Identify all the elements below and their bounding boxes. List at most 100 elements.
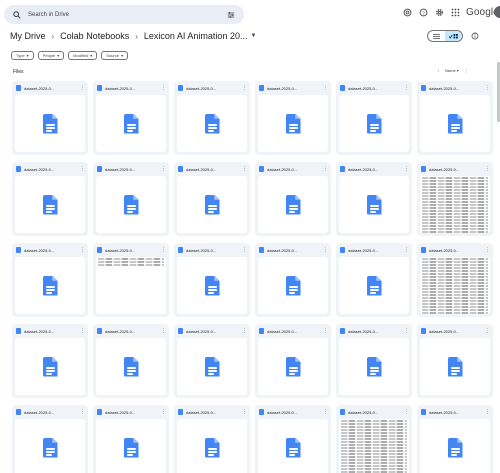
apps-icon[interactable] bbox=[450, 7, 460, 17]
more-vert-icon[interactable]: ⋮ bbox=[323, 247, 328, 253]
file-card[interactable]: dataset-2025-0... ⋮ bbox=[336, 81, 412, 155]
more-vert-icon[interactable]: ⋮ bbox=[80, 85, 85, 91]
grid-view-icon[interactable] bbox=[445, 31, 462, 41]
file-thumbnail[interactable] bbox=[96, 338, 166, 395]
file-card[interactable]: dataset-2025-0... ⋮ bbox=[336, 324, 412, 398]
more-vert-icon[interactable]: ⋮ bbox=[404, 166, 409, 172]
avatar[interactable] bbox=[494, 6, 500, 18]
file-card[interactable]: dataset-2025-0... ⋮ bbox=[12, 324, 88, 398]
file-card[interactable]: dataset-2025-0... ⋮ bbox=[93, 81, 169, 155]
file-card[interactable]: dataset-2025-0... ⋮ bbox=[174, 162, 250, 236]
filter-type[interactable]: Type ▾ bbox=[11, 51, 34, 60]
more-vert-icon[interactable]: ⋮ bbox=[323, 166, 328, 172]
more-vert-icon[interactable]: ⋮ bbox=[242, 328, 247, 334]
breadcrumb-my-drive[interactable]: My Drive bbox=[10, 31, 46, 41]
file-card[interactable]: dataset-2025-0... ⋮ bbox=[417, 243, 493, 317]
file-thumbnail[interactable] bbox=[15, 419, 85, 473]
file-thumbnail[interactable] bbox=[15, 95, 85, 152]
help-icon[interactable]: ? bbox=[418, 7, 428, 17]
support-icon[interactable] bbox=[402, 7, 412, 17]
gear-icon[interactable] bbox=[434, 7, 444, 17]
file-thumbnail[interactable] bbox=[339, 419, 409, 473]
file-card[interactable]: dataset-2025-0... ⋮ bbox=[174, 405, 250, 473]
arrow-up-icon[interactable]: ↑ bbox=[437, 68, 439, 73]
file-card[interactable]: dataset-2025-0... ⋮ bbox=[255, 324, 331, 398]
more-vert-icon[interactable]: ⋮ bbox=[465, 68, 469, 73]
file-card[interactable]: dataset-2025-0... ⋮ bbox=[12, 243, 88, 317]
file-thumbnail[interactable] bbox=[420, 338, 490, 395]
file-card[interactable]: dataset-2025-0... ⋮ bbox=[174, 243, 250, 317]
more-vert-icon[interactable]: ⋮ bbox=[404, 409, 409, 415]
file-card[interactable]: dataset-2025-0... ⋮ bbox=[93, 243, 169, 317]
file-thumbnail[interactable] bbox=[177, 95, 247, 152]
more-vert-icon[interactable]: ⋮ bbox=[323, 85, 328, 91]
file-thumbnail[interactable] bbox=[177, 338, 247, 395]
file-thumbnail[interactable] bbox=[96, 95, 166, 152]
file-card[interactable]: dataset-2025-0... ⋮ bbox=[417, 162, 493, 236]
file-thumbnail[interactable] bbox=[420, 419, 490, 473]
file-card[interactable]: dataset-2025-0... ⋮ bbox=[336, 243, 412, 317]
file-thumbnail[interactable] bbox=[420, 176, 490, 233]
file-thumbnail[interactable] bbox=[258, 176, 328, 233]
tune-icon[interactable] bbox=[224, 8, 238, 22]
file-thumbnail[interactable] bbox=[96, 419, 166, 473]
file-card[interactable]: dataset-2025-0... ⋮ bbox=[12, 162, 88, 236]
filter-modified[interactable]: Modified ▾ bbox=[68, 51, 98, 60]
more-vert-icon[interactable]: ⋮ bbox=[80, 409, 85, 415]
sort-button[interactable]: Name ▾ bbox=[445, 68, 459, 73]
file-thumbnail[interactable] bbox=[339, 338, 409, 395]
file-thumbnail[interactable] bbox=[258, 95, 328, 152]
file-card[interactable]: dataset-2025-0... ⋮ bbox=[12, 81, 88, 155]
file-card[interactable]: dataset-2025-0... ⋮ bbox=[417, 81, 493, 155]
more-vert-icon[interactable]: ⋮ bbox=[161, 328, 166, 334]
more-vert-icon[interactable]: ⋮ bbox=[80, 166, 85, 172]
file-card[interactable]: dataset-2025-0... ⋮ bbox=[336, 405, 412, 473]
file-thumbnail[interactable] bbox=[15, 257, 85, 314]
more-vert-icon[interactable]: ⋮ bbox=[404, 247, 409, 253]
list-view-icon[interactable] bbox=[428, 31, 445, 41]
scrollbar[interactable] bbox=[496, 60, 500, 460]
file-thumbnail[interactable] bbox=[339, 95, 409, 152]
more-vert-icon[interactable]: ⋮ bbox=[161, 409, 166, 415]
more-vert-icon[interactable]: ⋮ bbox=[80, 247, 85, 253]
file-thumbnail[interactable] bbox=[420, 257, 490, 314]
more-vert-icon[interactable]: ⋮ bbox=[404, 85, 409, 91]
file-thumbnail[interactable] bbox=[96, 176, 166, 233]
more-vert-icon[interactable]: ⋮ bbox=[485, 328, 490, 334]
file-thumbnail[interactable] bbox=[339, 257, 409, 314]
file-thumbnail[interactable] bbox=[177, 419, 247, 473]
more-vert-icon[interactable]: ⋮ bbox=[161, 247, 166, 253]
search-input[interactable]: Search in Drive bbox=[28, 12, 224, 18]
more-vert-icon[interactable]: ⋮ bbox=[242, 85, 247, 91]
more-vert-icon[interactable]: ⋮ bbox=[242, 409, 247, 415]
file-card[interactable]: dataset-2025-0... ⋮ bbox=[255, 81, 331, 155]
more-vert-icon[interactable]: ⋮ bbox=[485, 409, 490, 415]
breadcrumb-current-folder[interactable]: Lexicon AI Animation 20... bbox=[144, 31, 248, 41]
filter-source[interactable]: Source ▾ bbox=[101, 51, 129, 60]
breadcrumb-colab-notebooks[interactable]: Colab Notebooks bbox=[60, 31, 129, 41]
more-vert-icon[interactable]: ⋮ bbox=[485, 85, 490, 91]
file-thumbnail[interactable] bbox=[258, 419, 328, 473]
file-card[interactable]: dataset-2025-0... ⋮ bbox=[93, 405, 169, 473]
more-vert-icon[interactable]: ⋮ bbox=[242, 166, 247, 172]
file-thumbnail[interactable] bbox=[258, 338, 328, 395]
more-vert-icon[interactable]: ⋮ bbox=[485, 166, 490, 172]
more-vert-icon[interactable]: ⋮ bbox=[323, 328, 328, 334]
info-icon[interactable] bbox=[470, 31, 480, 41]
more-vert-icon[interactable]: ⋮ bbox=[485, 247, 490, 253]
file-card[interactable]: dataset-2025-0... ⋮ bbox=[93, 324, 169, 398]
more-vert-icon[interactable]: ⋮ bbox=[323, 409, 328, 415]
file-thumbnail[interactable] bbox=[339, 176, 409, 233]
file-card[interactable]: dataset-2025-0... ⋮ bbox=[336, 162, 412, 236]
file-card[interactable]: dataset-2025-0... ⋮ bbox=[174, 81, 250, 155]
file-card[interactable]: dataset-2025-0... ⋮ bbox=[417, 405, 493, 473]
file-card[interactable]: dataset-2025-0... ⋮ bbox=[417, 324, 493, 398]
more-vert-icon[interactable]: ⋮ bbox=[161, 166, 166, 172]
filter-people[interactable]: People ▾ bbox=[37, 51, 65, 60]
file-thumbnail[interactable] bbox=[177, 176, 247, 233]
file-thumbnail[interactable] bbox=[15, 338, 85, 395]
search-icon[interactable] bbox=[10, 8, 24, 22]
file-card[interactable]: dataset-2025-0... ⋮ bbox=[255, 162, 331, 236]
file-card[interactable]: dataset-2025-0... ⋮ bbox=[174, 324, 250, 398]
file-card[interactable]: dataset-2025-0... ⋮ bbox=[255, 243, 331, 317]
